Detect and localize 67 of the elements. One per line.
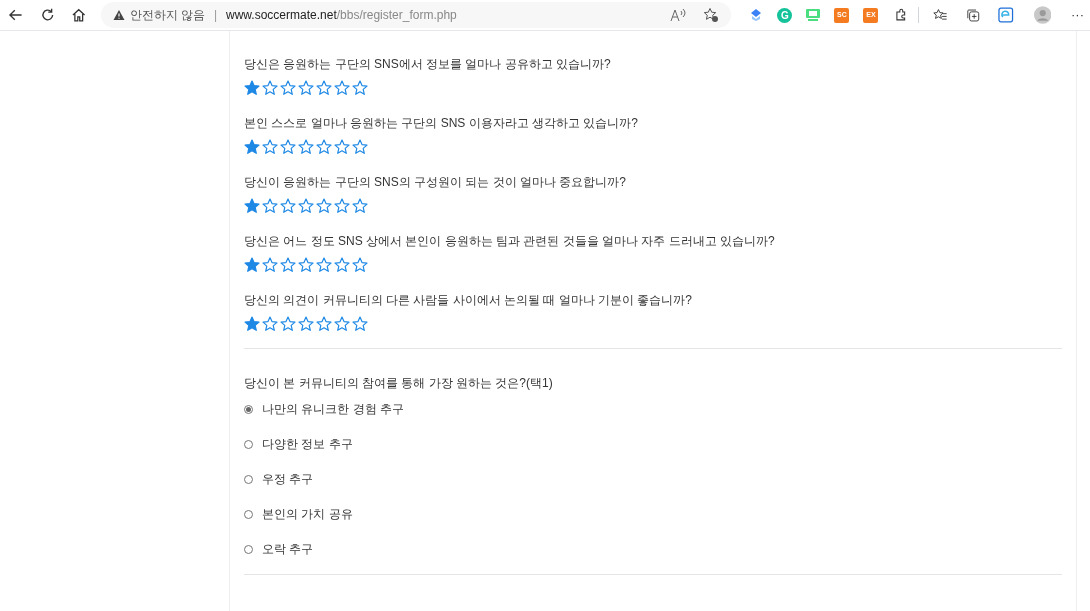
filled-star-icon[interactable] [244,139,260,155]
filled-star-icon[interactable] [244,257,260,273]
collections-icon[interactable] [965,7,981,23]
empty-star-icon[interactable] [298,80,314,96]
empty-star-icon[interactable] [280,316,296,332]
empty-star-icon[interactable] [334,139,350,155]
option-label[interactable]: 우정 추구 [262,471,314,487]
empty-star-icon[interactable] [280,198,296,214]
filled-star-icon[interactable] [244,316,260,332]
question-text: 당신이 응원하는 구단의 SNS의 구성원이 되는 것이 얼마나 중요합니까? [244,174,628,190]
empty-star-icon[interactable] [316,316,332,332]
question-text: 본인 스스로 얼마나 응원하는 구단의 SNS 이용자라고 생각하고 있습니까? [244,115,640,131]
empty-star-icon[interactable] [334,198,350,214]
empty-star-icon[interactable] [298,257,314,273]
radio-button[interactable] [244,474,253,484]
extensions-icon[interactable] [894,8,908,22]
question-text: 당신은 어느 정도 SNS 상에서 본인이 응원하는 팀과 관련된 것들을 얼마나 자주 드러내고 있습니까? [244,233,776,249]
address-bar[interactable]: 안전하지 않음 | www.soccermate.net/bbs/register_form.php [100,2,732,28]
home-icon[interactable] [71,7,87,23]
empty-star-icon[interactable] [352,198,368,214]
browser-essentials-icon[interactable] [998,7,1014,23]
favorites-icon[interactable] [932,7,948,23]
option-label[interactable]: 본인의 가치 공유 [262,506,353,522]
empty-star-icon[interactable] [262,80,278,96]
empty-star-icon[interactable] [280,80,296,96]
url-text: www.soccermate.net/bbs/register_form.php [226,7,457,24]
read-aloud-icon[interactable] [670,8,687,22]
empty-star-icon[interactable] [352,139,368,155]
empty-star-icon[interactable] [352,316,368,332]
empty-star-icon[interactable] [262,198,278,214]
option-label[interactable]: 다양한 정보 추구 [262,436,353,452]
empty-star-icon[interactable] [316,198,332,214]
empty-star-icon[interactable] [298,198,314,214]
empty-star-icon[interactable] [316,257,332,273]
empty-star-icon[interactable] [352,80,368,96]
profile-avatar-icon[interactable] [1033,6,1052,24]
question-text: 당신은 응원하는 구단의 SNS에서 정보를 얼마나 공유하고 있습니까? [244,56,612,72]
empty-star-icon[interactable] [280,257,296,273]
empty-star-icon[interactable] [316,139,332,155]
empty-star-icon[interactable] [316,80,332,96]
more-menu-button[interactable]: ··· [1071,5,1085,25]
warning-icon [112,9,125,21]
radio-button[interactable] [244,404,253,414]
security-label: 안전하지 않음 [129,7,205,24]
empty-star-icon[interactable] [262,257,278,273]
question-text: 당신이 본 커뮤니티의 참여를 통해 가장 원하는 것은?(택1) [244,375,554,391]
empty-star-icon[interactable] [298,139,314,155]
filled-star-icon[interactable] [244,198,260,214]
radio-button[interactable] [244,544,253,554]
radio-button[interactable] [244,439,253,449]
empty-star-icon[interactable] [352,257,368,273]
radio-button[interactable] [244,509,253,519]
empty-star-icon[interactable] [262,316,278,332]
refresh-icon[interactable] [39,7,56,23]
add-favorite-icon[interactable] [703,7,720,23]
option-label[interactable]: 오락 추구 [262,541,314,557]
filled-star-icon[interactable] [244,80,260,96]
empty-star-icon[interactable] [334,257,350,273]
empty-star-icon[interactable] [262,139,278,155]
empty-star-icon[interactable] [334,80,350,96]
empty-star-icon[interactable] [334,316,350,332]
empty-star-icon[interactable] [280,139,296,155]
option-label[interactable]: 나만의 유니크한 경험 추구 [262,401,404,417]
separator: | [213,7,217,24]
question-text: 당신의 의견이 커뮤니티의 다른 사람들 사이에서 논의될 때 얼마나 기분이 좋습니까? [244,292,693,308]
back-icon[interactable] [8,7,24,23]
empty-star-icon[interactable] [298,316,314,332]
